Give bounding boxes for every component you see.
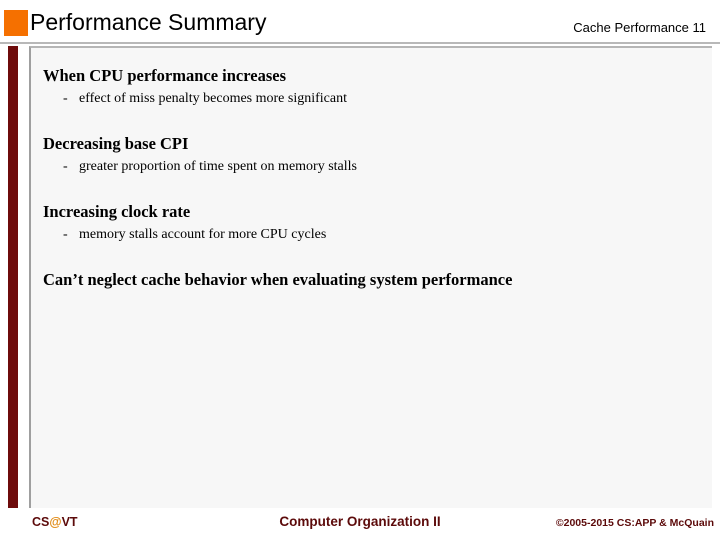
left-accent-bar bbox=[8, 46, 18, 508]
bullet-subitem: - greater proportion of time spent on me… bbox=[43, 158, 700, 176]
bullet-subitem-label: greater proportion of time spent on memo… bbox=[79, 159, 357, 174]
bullet-group: Decreasing base CPI - greater proportion… bbox=[43, 134, 700, 176]
header-divider bbox=[0, 42, 720, 44]
slide-header: Performance Summary Cache Performance 11 bbox=[0, 0, 720, 44]
bullet-group: Increasing clock rate - memory stalls ac… bbox=[43, 202, 700, 244]
bullet-subitem-label: effect of miss penalty becomes more sign… bbox=[79, 91, 347, 106]
header-subtitle: Cache Performance 11 bbox=[573, 20, 706, 35]
bullet-group: When CPU performance increases - effect … bbox=[43, 66, 700, 108]
dash-marker-icon: - bbox=[63, 91, 68, 106]
bullet-subitem: - effect of miss penalty becomes more si… bbox=[43, 90, 700, 108]
footer-copyright: ©2005-2015 CS:APP & McQuain bbox=[555, 517, 714, 529]
bullet-heading: When CPU performance increases bbox=[43, 66, 287, 85]
dash-marker-icon: - bbox=[63, 159, 68, 174]
closing-statement: Can’t neglect cache behavior when evalua… bbox=[43, 270, 513, 289]
bullet-subitem: - memory stalls account for more CPU cyc… bbox=[43, 226, 700, 244]
dash-marker-icon: - bbox=[63, 227, 68, 242]
content-body: When CPU performance increases - effect … bbox=[31, 48, 712, 508]
accent-square-icon bbox=[4, 10, 28, 36]
bullet-subitem-label: memory stalls account for more CPU cycle… bbox=[79, 227, 327, 242]
bullet-heading: Increasing clock rate bbox=[43, 202, 191, 221]
slide: Performance Summary Cache Performance 11… bbox=[0, 0, 720, 540]
slide-footer: CS@VT Computer Organization II ©2005-201… bbox=[0, 512, 720, 540]
content-panel: When CPU performance increases - effect … bbox=[29, 46, 712, 508]
page-title: Performance Summary bbox=[30, 9, 267, 35]
bullet-heading: Decreasing base CPI bbox=[43, 134, 189, 153]
